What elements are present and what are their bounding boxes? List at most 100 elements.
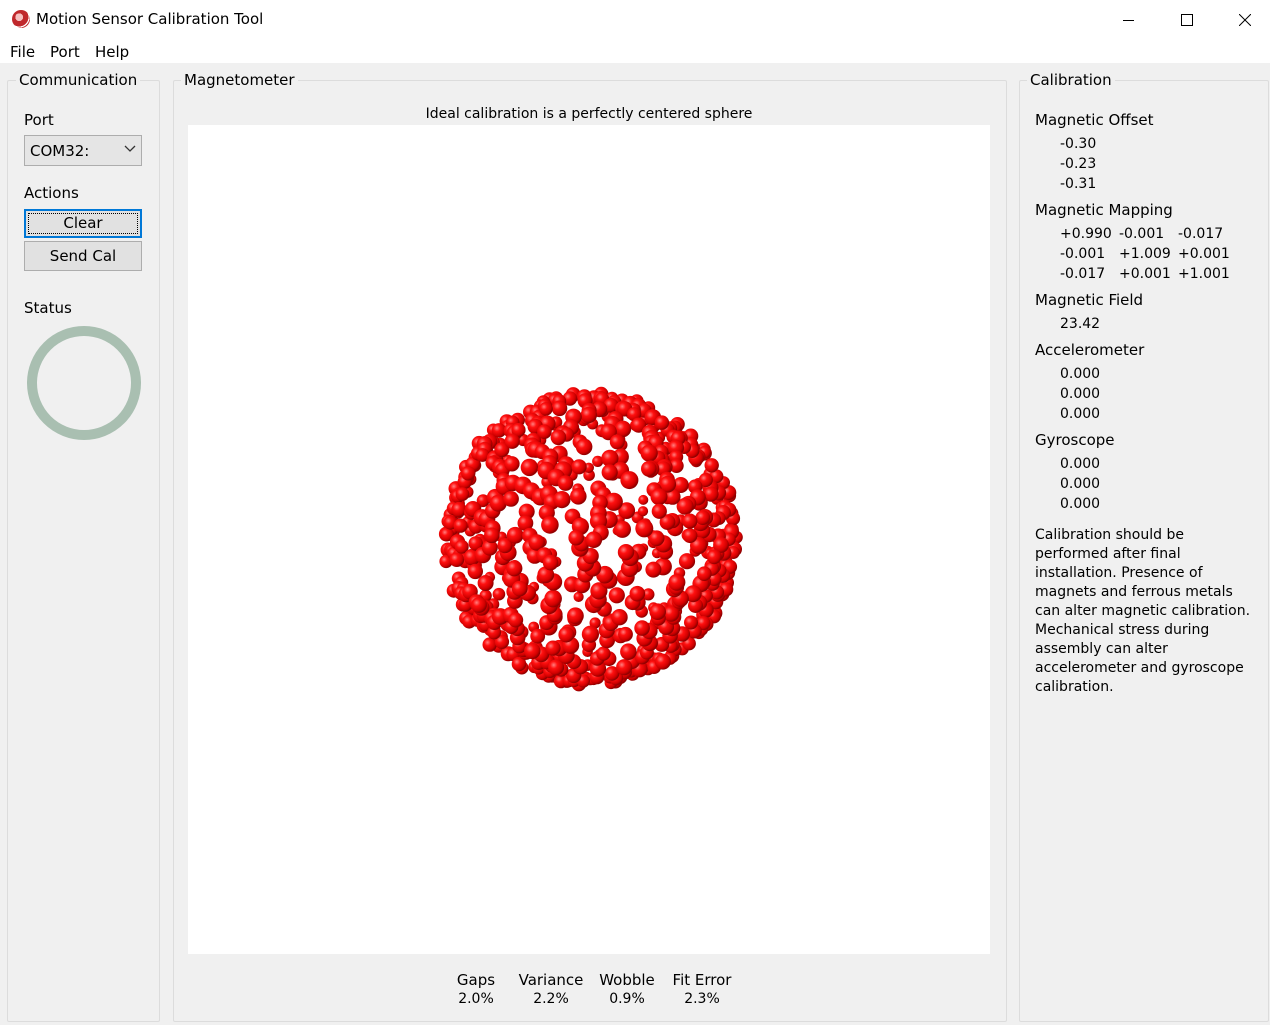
sample-point: [553, 491, 571, 509]
sample-point: [557, 475, 574, 491]
mapping-cell: -0.017: [1060, 266, 1106, 282]
sample-point: [654, 415, 670, 430]
sample-point: [638, 494, 649, 505]
sample-point: [541, 516, 559, 534]
magnetic-field-label: Magnetic Field: [1035, 291, 1144, 309]
gyroscope-label: Gyroscope: [1035, 431, 1115, 449]
sample-point: [567, 607, 584, 625]
sample-point: [544, 589, 562, 608]
magnetic-offset-label: Magnetic Offset: [1035, 111, 1154, 129]
sample-point: [550, 429, 567, 446]
clear-button[interactable]: Clear: [24, 209, 142, 238]
minimize-icon: [1123, 19, 1134, 21]
sample-point: [611, 609, 628, 626]
sample-point: [568, 529, 584, 546]
accel-x: 0.000: [1060, 366, 1101, 382]
sample-point: [650, 488, 668, 506]
sample-point: [542, 554, 559, 571]
focus-rectangle: [28, 213, 138, 234]
plot-subtitle: Ideal calibration is a perfectly centere…: [425, 106, 753, 122]
stat-wobble-value: 0.9%: [609, 991, 645, 1007]
sample-point: [520, 458, 539, 477]
sample-point: [573, 591, 584, 602]
sample-point: [629, 585, 646, 602]
mapping-cell: -0.017: [1178, 226, 1224, 242]
port-select[interactable]: COM32:: [24, 135, 142, 166]
port-label: Port: [24, 111, 54, 129]
status-ring-icon: [27, 326, 141, 440]
sample-point: [635, 519, 654, 538]
sample-point: [634, 620, 650, 636]
mapping-cell: +0.001: [1119, 266, 1171, 282]
menu-port[interactable]: Port: [50, 43, 80, 61]
sample-point: [585, 531, 603, 548]
menu-help[interactable]: Help: [95, 43, 129, 61]
gyro-z: 0.000: [1060, 496, 1101, 512]
stat-wobble-label: Wobble: [599, 971, 655, 989]
port-select-value: COM32:: [30, 142, 90, 160]
sample-point: [617, 544, 635, 561]
sample-point: [539, 402, 553, 416]
actions-label: Actions: [24, 184, 79, 202]
maximize-icon: [1181, 13, 1193, 26]
window-title: Motion Sensor Calibration Tool: [36, 10, 264, 28]
sample-point: [641, 461, 657, 477]
sample-point: [482, 637, 497, 652]
calibration-note: Calibration should be performed after fi…: [1035, 527, 1251, 695]
sample-point: [668, 573, 686, 591]
maximize-button[interactable]: [1164, 0, 1210, 39]
sample-point: [682, 513, 698, 529]
sample-point: [678, 553, 696, 570]
gyro-x: 0.000: [1060, 456, 1101, 472]
status-label: Status: [24, 299, 72, 317]
menu-bar: [0, 39, 1270, 63]
sample-point: [609, 434, 625, 450]
sample-point: [511, 580, 528, 597]
sample-point: [695, 510, 711, 526]
close-button[interactable]: [1222, 0, 1268, 39]
sample-point: [453, 518, 468, 533]
mapping-cell: -0.001: [1119, 226, 1165, 242]
sample-point: [704, 458, 719, 473]
communication-title: Communication: [16, 71, 141, 89]
mapping-cell: +1.001: [1178, 266, 1230, 282]
sample-point: [596, 646, 611, 661]
stat-variance-label: Variance: [518, 971, 584, 989]
menu-file[interactable]: File: [10, 43, 35, 61]
sample-point: [649, 603, 666, 620]
sample-point: [537, 424, 552, 440]
mapping-cell: +0.990: [1060, 226, 1112, 242]
sample-point: [451, 501, 467, 518]
magnetometer-plot[interactable]: [188, 125, 990, 954]
stat-gaps-value: 2.0%: [458, 991, 494, 1007]
sample-point: [461, 466, 476, 481]
stat-fit-error-label: Fit Error: [672, 971, 732, 989]
point-cloud-sphere: [438, 386, 743, 692]
close-icon: [1239, 13, 1251, 26]
send-cal-button-label: Send Cal: [49, 247, 117, 265]
magnetic-mapping-label: Magnetic Mapping: [1035, 201, 1173, 219]
magnetometer-title: Magnetometer: [181, 71, 298, 89]
calibration-title: Calibration: [1027, 71, 1115, 89]
sample-point: [504, 433, 520, 449]
sample-point: [608, 587, 625, 604]
app-icon: [12, 10, 30, 28]
accel-z: 0.000: [1060, 406, 1101, 422]
sample-point: [601, 464, 618, 481]
sample-point: [558, 626, 575, 643]
sample-point: [645, 561, 662, 578]
sample-point: [616, 659, 633, 676]
sample-point: [651, 503, 667, 519]
send-cal-button[interactable]: Send Cal: [24, 241, 142, 271]
sample-point: [524, 642, 541, 660]
sample-point: [637, 506, 649, 517]
sample-point: [506, 560, 523, 577]
sample-point: [484, 527, 500, 544]
sample-point: [551, 400, 568, 417]
mapping-cell: -0.001: [1060, 246, 1106, 262]
sample-point: [575, 438, 593, 456]
sample-point: [545, 640, 561, 656]
minimize-button[interactable]: [1106, 0, 1152, 39]
stat-variance-value: 2.2%: [533, 991, 569, 1007]
stat-gaps-label: Gaps: [456, 971, 496, 989]
